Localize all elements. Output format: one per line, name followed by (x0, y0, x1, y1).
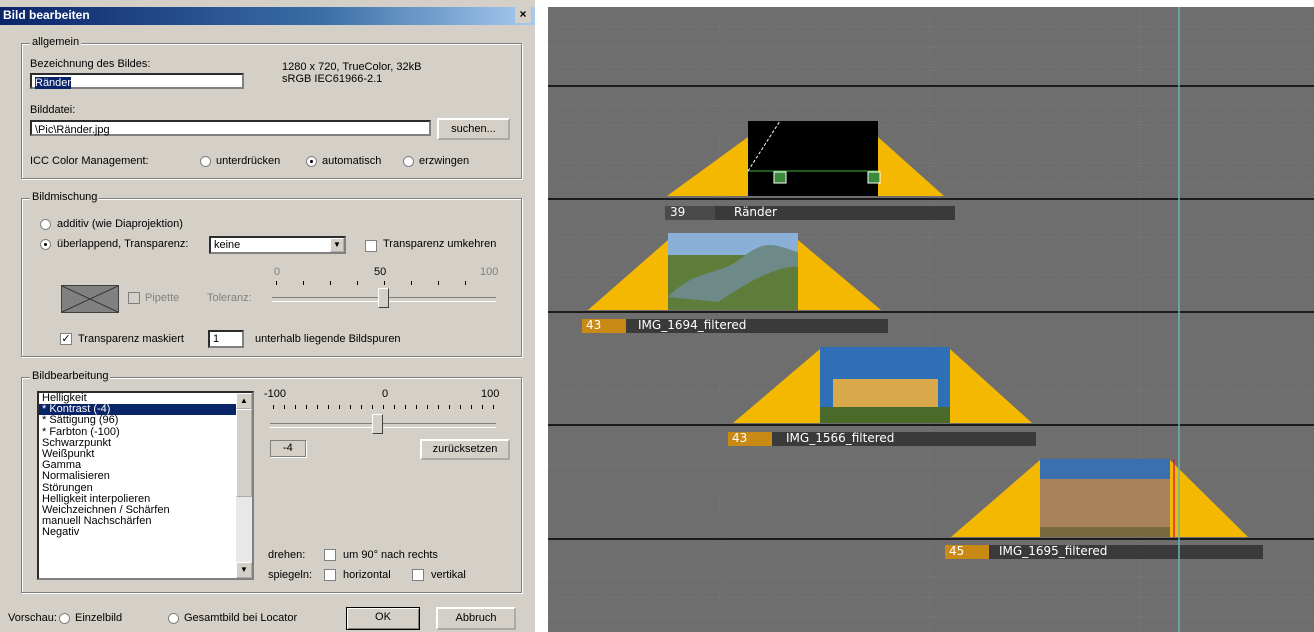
icc-force-label: erzwingen (419, 155, 470, 167)
general-legend: allgemein (30, 36, 82, 48)
preview-single-radio[interactable] (59, 613, 70, 624)
reset-button[interactable]: zurücksetzen (420, 439, 510, 460)
additive-radio[interactable] (40, 219, 51, 230)
overlap-label: überlappend, Transparenz: (57, 238, 189, 250)
dialog-title: Bild bearbeiten (3, 8, 90, 22)
clip-1-number: 39 (670, 205, 686, 219)
pipette-label: Pipette (145, 292, 180, 304)
adjustment-list-item[interactable]: Störungen (39, 482, 252, 494)
tolerance-tick-100: 100 (480, 266, 499, 278)
clip-3-number: 43 (732, 431, 748, 445)
rotate-option-label: um 90° nach rechts (343, 549, 438, 561)
edit-image-dialog: Bild bearbeiten × allgemein Bezeichnung … (0, 0, 535, 632)
mirror-vertical-checkbox[interactable] (412, 569, 424, 581)
rotate-label: drehen: (268, 549, 306, 561)
adjust-tick-mid: 0 (382, 388, 389, 400)
track-count-suffix: unterhalb liegende Bildspuren (255, 333, 401, 345)
icc-force-radio[interactable] (403, 156, 414, 167)
scroll-thumb[interactable] (236, 409, 252, 497)
icc-auto-label: automatisch (322, 155, 382, 167)
color-swatch (61, 285, 119, 313)
adjust-ticks (273, 405, 494, 409)
scroll-up-icon[interactable]: ▲ (236, 393, 252, 409)
adjust-slider-thumb[interactable] (372, 414, 384, 434)
clip-4-name[interactable]: IMG_1695_filtered (999, 545, 1107, 558)
mirror-horizontal-checkbox[interactable] (324, 569, 336, 581)
icc-suppress-radio[interactable] (200, 156, 211, 167)
track-count-field[interactable]: 1 (208, 330, 244, 348)
tolerance-tick-50: 50 (374, 266, 387, 278)
overlap-radio[interactable] (40, 239, 51, 250)
icc-auto-radio[interactable] (306, 156, 317, 167)
clip-3-name[interactable]: IMG_1566_filtered (786, 432, 894, 445)
adjustment-list-item[interactable]: Normalisieren (39, 471, 252, 482)
timeline-view[interactable]: 39 Ränder 43 IMG_1694_filtered 43 IMG_15… (548, 7, 1314, 632)
image-file-field[interactable]: \Pic\Ränder.jpg (30, 120, 431, 136)
image-name-label: Bezeichnung des Bildes: (30, 58, 151, 70)
invert-transparency-checkbox[interactable] (365, 240, 377, 252)
tolerance-tick-0: 0 (274, 266, 281, 278)
editing-legend: Bildbearbeitung (30, 370, 111, 382)
adjust-value-display: -4 (270, 440, 306, 457)
preview-single-label: Einzelbild (75, 612, 123, 624)
tolerance-label: Toleranz: (207, 292, 252, 304)
ok-button[interactable]: OK (346, 607, 420, 630)
clip-2-number: 43 (586, 318, 602, 332)
blend-legend: Bildmischung (30, 191, 100, 203)
preview-locator-label: Gesamtbild bei Locator (184, 612, 298, 624)
adjust-tick-min: -100 (264, 388, 287, 400)
adjust-tick-max: 100 (481, 388, 500, 400)
mirror-label: spiegeln: (268, 569, 313, 581)
icc-label: ICC Color Management: (30, 155, 149, 167)
image-info-line2: sRGB IEC61966-2.1 (282, 73, 383, 85)
icc-suppress-label: unterdrücken (216, 155, 281, 167)
adjustment-list[interactable]: Helligkeit * Kontrast (-4) * Sättigung (96… (37, 391, 254, 580)
tolerance-ticks (276, 281, 492, 285)
preview-locator-radio[interactable] (168, 613, 179, 624)
invert-transparency-label: Transparenz umkehren (383, 238, 497, 250)
preview-label: Vorschau: (8, 612, 57, 624)
mirror-horizontal-label: horizontal (343, 569, 391, 581)
image-file-value: \Pic\Ränder.jpg (35, 124, 110, 136)
cancel-button[interactable]: Abbruch (436, 607, 516, 630)
track-count-value: 1 (213, 333, 220, 345)
scroll-down-icon[interactable]: ▼ (236, 562, 252, 578)
image-info-line1: 1280 x 720, TrueColor, 32kB (282, 61, 422, 73)
rotate-checkbox[interactable] (324, 549, 336, 561)
adjustment-list-item[interactable]: * Sättigung (96) (39, 415, 252, 426)
image-name-field[interactable]: Ränder (30, 73, 244, 89)
chevron-down-icon[interactable]: ▼ (330, 238, 344, 252)
list-scrollbar[interactable]: ▲ ▼ (236, 393, 252, 578)
clip-2-name[interactable]: IMG_1694_filtered (638, 319, 746, 332)
empty-swatch-icon (61, 285, 119, 313)
mirror-vertical-label: vertikal (431, 569, 466, 581)
image-file-label: Bilddatei: (30, 104, 76, 116)
pipette-checkbox[interactable] (128, 292, 140, 304)
search-button[interactable]: suchen... (437, 118, 510, 140)
transparency-value: keine (214, 239, 241, 251)
close-icon[interactable]: × (515, 7, 531, 23)
clip-1-name[interactable]: Ränder (734, 206, 777, 219)
transparency-select[interactable]: keine ▼ (209, 236, 346, 254)
tolerance-slider-thumb[interactable] (378, 288, 389, 308)
title-bar: Bild bearbeiten × (0, 7, 535, 25)
additive-label: additiv (wie Diaprojektion) (57, 218, 183, 230)
mask-transparency-label: Transparenz maskiert (78, 333, 184, 345)
mask-transparency-checkbox[interactable]: ✓ (60, 333, 72, 345)
clip-4-number: 45 (949, 544, 965, 558)
adjustment-list-item[interactable]: Negativ (39, 527, 252, 538)
adjustment-items: Helligkeit * Kontrast (-4) * Sättigung (96… (39, 393, 252, 538)
image-name-value: Ränder (35, 77, 72, 89)
